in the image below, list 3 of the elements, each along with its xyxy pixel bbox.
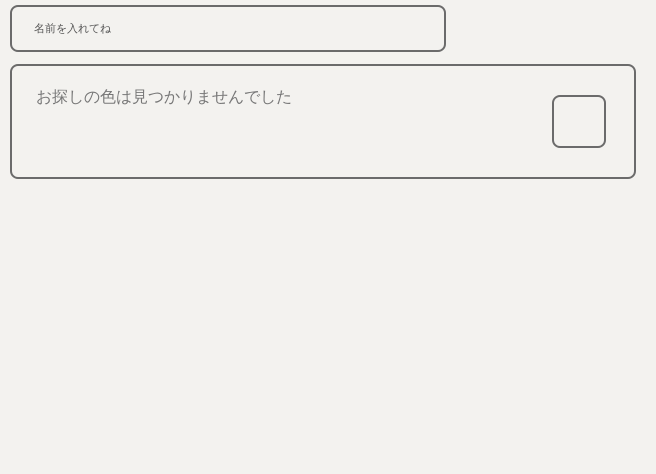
color-swatch [552, 95, 606, 148]
name-input-field[interactable]: 名前を入れてね [10, 5, 446, 52]
no-color-found-message: お探しの色は見つかりませんでした [36, 86, 292, 108]
